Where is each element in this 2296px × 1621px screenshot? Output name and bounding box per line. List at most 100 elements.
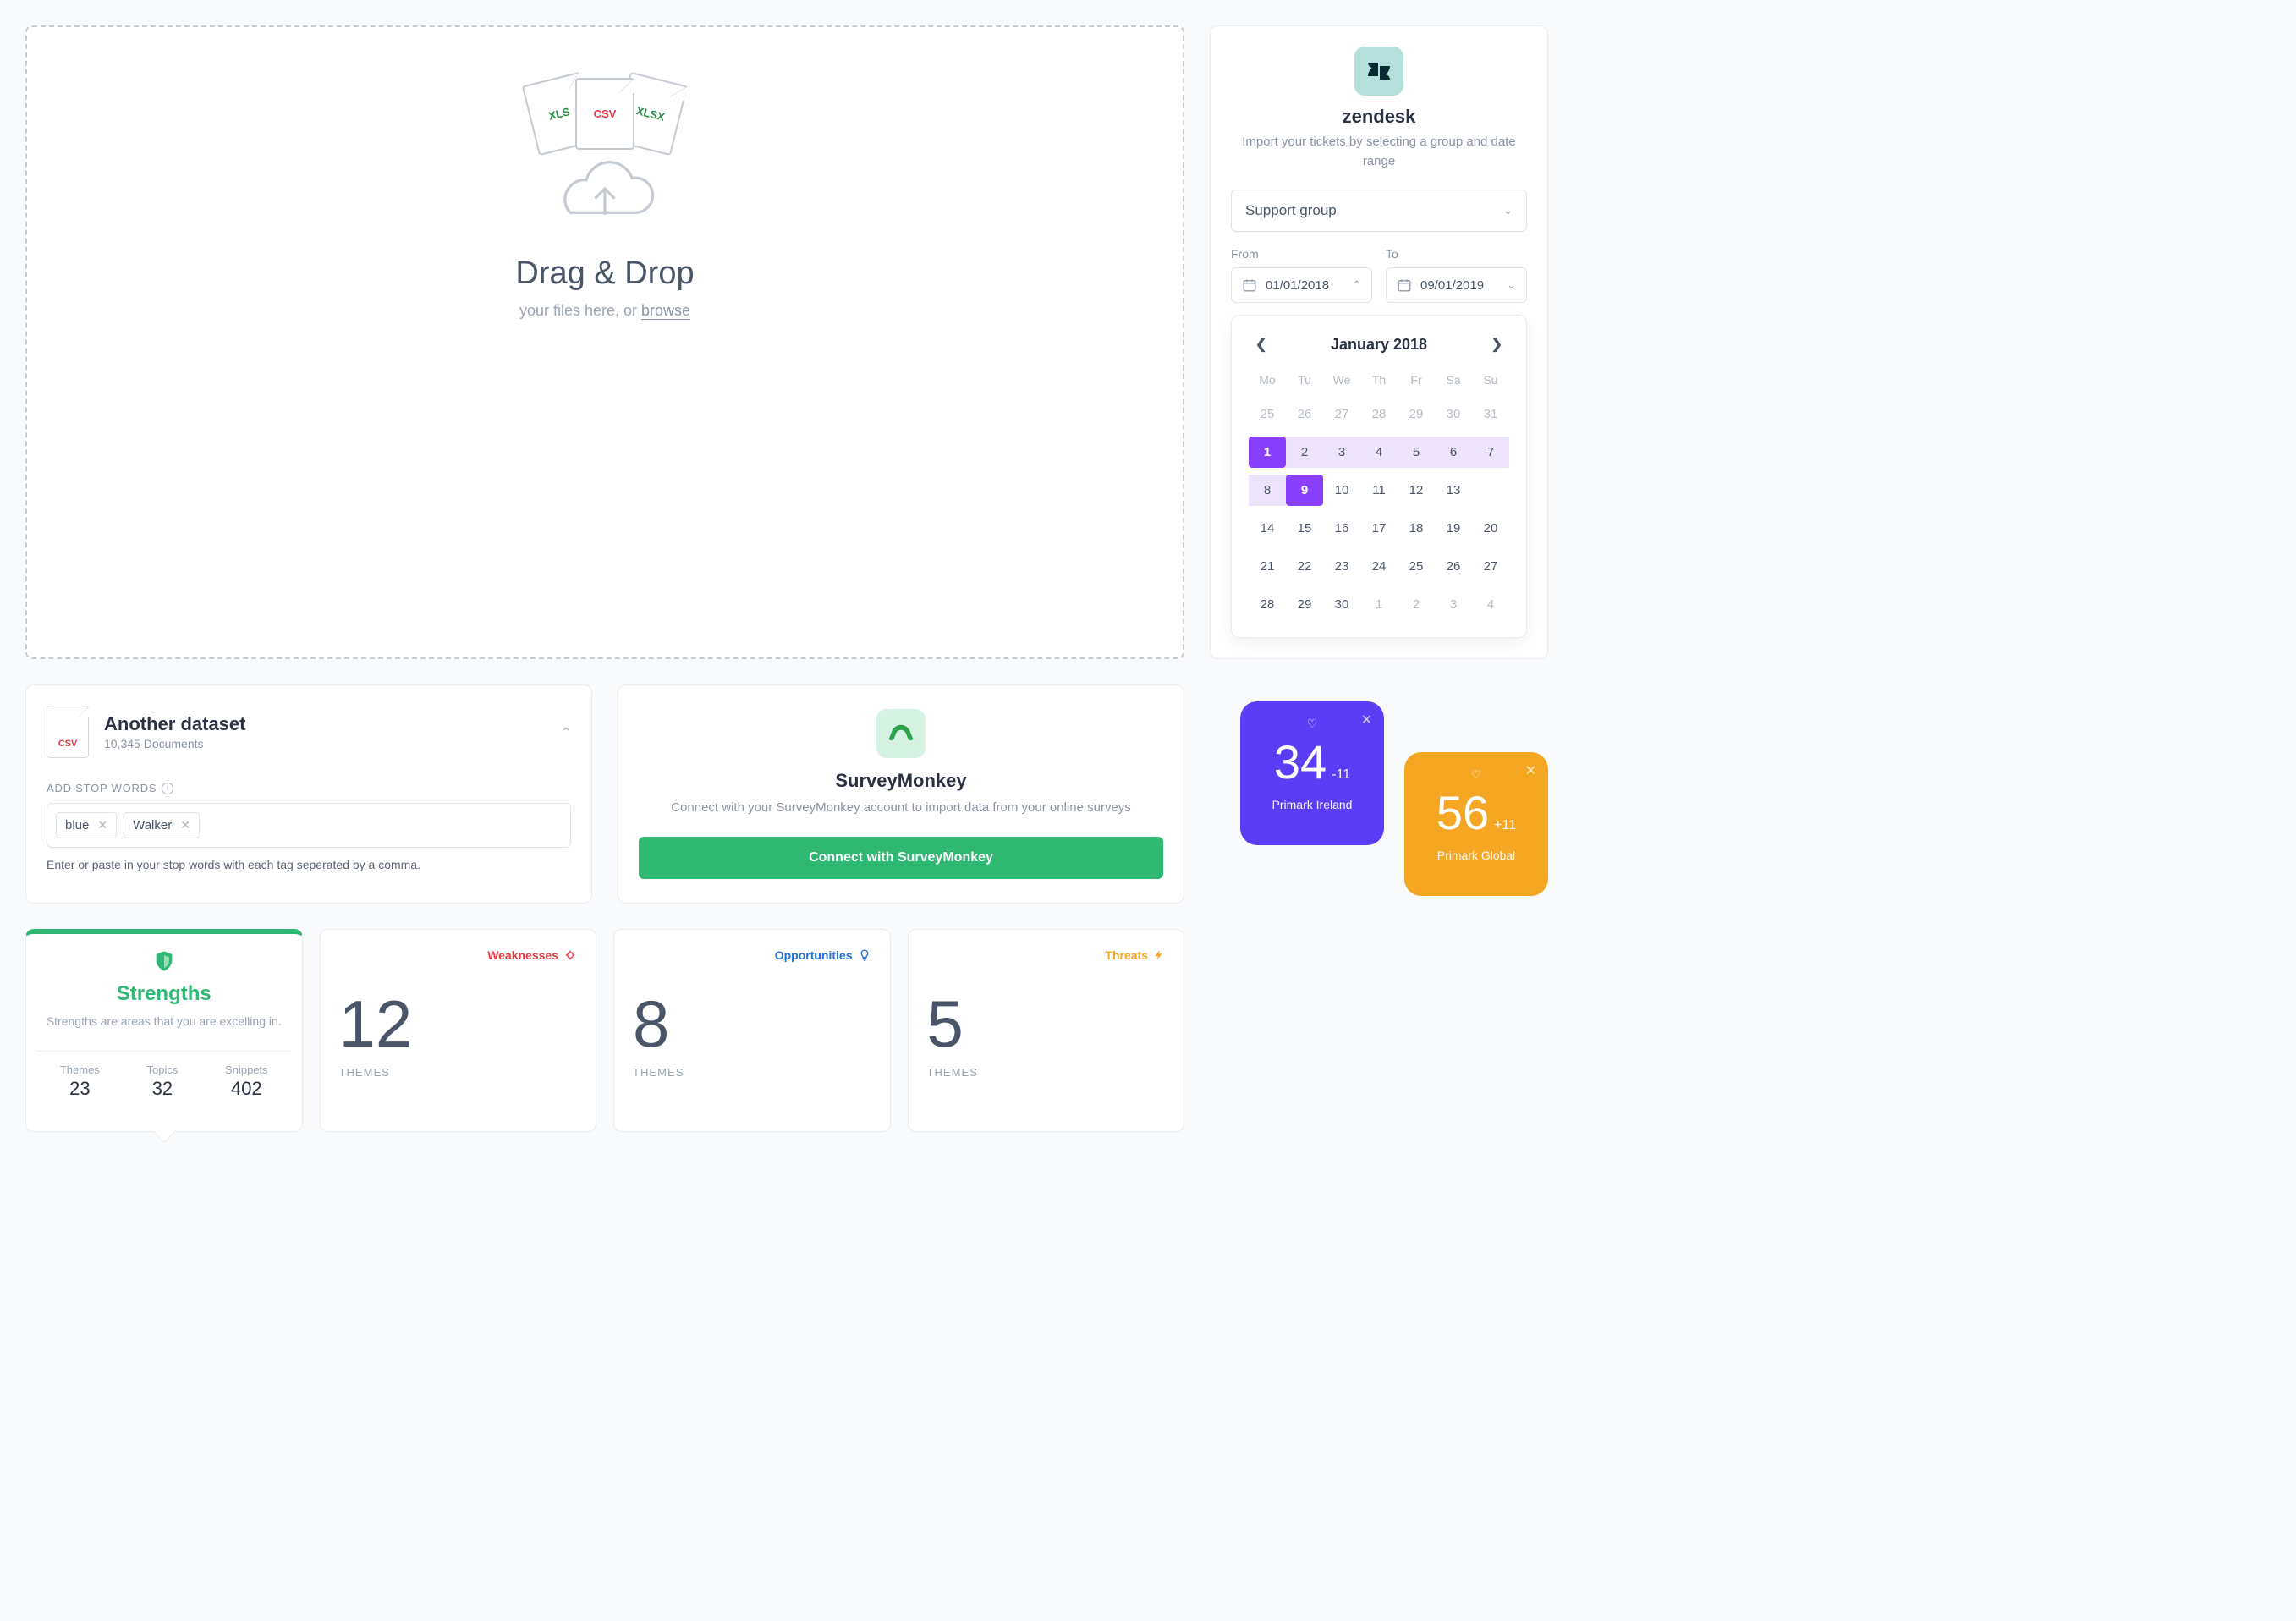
calendar-day[interactable]: 31 (1472, 398, 1509, 430)
chevron-up-icon: ⌃ (1352, 278, 1361, 292)
to-date-input[interactable]: 09/01/2019 ⌄ (1386, 267, 1527, 303)
weaknesses-label: Weaknesses (339, 948, 578, 962)
threats-card[interactable]: Threats 5 THEMES (908, 929, 1185, 1132)
calendar-day[interactable]: 7 (1472, 437, 1509, 468)
calendar-day[interactable]: 1 (1360, 589, 1398, 620)
drop-subtitle: your files here, or browse (61, 302, 1149, 320)
calendar-day[interactable]: 15 (1286, 513, 1323, 544)
csv-file-icon: CSV (47, 706, 89, 758)
calendar-day[interactable]: 30 (1435, 398, 1472, 430)
calendar-day[interactable]: 17 (1360, 513, 1398, 544)
calendar-day[interactable]: 11 (1360, 475, 1398, 506)
calendar-day[interactable]: 3 (1323, 437, 1360, 468)
calendar-day[interactable]: 29 (1398, 398, 1435, 430)
heart-icon: ♡ (1420, 767, 1533, 782)
calendar-day[interactable]: 24 (1360, 551, 1398, 582)
opportunities-card[interactable]: Opportunities 8 THEMES (613, 929, 891, 1132)
chevron-down-icon: ⌄ (1503, 204, 1513, 217)
calendar-day[interactable]: 28 (1360, 398, 1398, 430)
stat-item: Snippets402 (225, 1063, 268, 1100)
collapse-button[interactable]: ⌃ (561, 725, 571, 739)
calendar-day[interactable]: 13 (1435, 475, 1472, 506)
calendar-day[interactable]: 22 (1286, 551, 1323, 582)
calendar-day[interactable]: 4 (1360, 437, 1398, 468)
remove-tag-icon[interactable]: ✕ (97, 818, 107, 832)
calendar-prev-button[interactable]: ❮ (1249, 332, 1273, 356)
surveymonkey-desc: Connect with your SurveyMonkey account t… (639, 799, 1163, 818)
calendar-icon (1397, 277, 1412, 293)
lightbulb-icon (858, 948, 871, 962)
bolt-icon (1153, 948, 1165, 962)
zendesk-desc: Import your tickets by selecting a group… (1231, 133, 1527, 171)
from-date-input[interactable]: 01/01/2018 ⌃ (1231, 267, 1372, 303)
opportunities-value: 8 (633, 986, 871, 1063)
calendar-weekday: Su (1472, 368, 1509, 392)
strengths-title: Strengths (45, 982, 283, 1006)
cloud-upload-icon (550, 158, 660, 234)
calendar-day[interactable]: 18 (1398, 513, 1435, 544)
browse-link[interactable]: browse (641, 302, 690, 320)
calendar-weekday: Fr (1398, 368, 1435, 392)
dataset-card: CSV Another dataset 10,345 Documents ⌃ A… (25, 684, 592, 904)
stop-word-tag: Walker✕ (124, 812, 200, 838)
calendar-day[interactable]: 25 (1249, 398, 1286, 430)
connect-surveymonkey-button[interactable]: Connect with SurveyMonkey (639, 837, 1163, 879)
calendar-day[interactable]: 29 (1286, 589, 1323, 620)
weaknesses-card[interactable]: Weaknesses 12 THEMES (320, 929, 597, 1132)
threats-value: 5 (927, 986, 1166, 1063)
zendesk-panel: zendesk Import your tickets by selecting… (1210, 25, 1548, 659)
support-group-select[interactable]: Support group ⌄ (1231, 190, 1527, 232)
calendar-month-label: January 2018 (1331, 336, 1427, 354)
drop-zone[interactable]: XLS CSV XLSX Drag & Drop your files here… (25, 25, 1184, 659)
calendar-day[interactable]: 6 (1435, 437, 1472, 468)
calendar-day[interactable]: 25 (1398, 551, 1435, 582)
weaknesses-value: 12 (339, 986, 578, 1063)
opportunities-unit: THEMES (633, 1066, 871, 1079)
info-icon[interactable]: i (162, 783, 173, 794)
heart-icon: ♡ (1255, 717, 1369, 731)
calendar-day[interactable]: 27 (1323, 398, 1360, 430)
strengths-card[interactable]: Strengths Strengths are areas that you a… (25, 929, 303, 1132)
remove-tag-icon[interactable]: ✕ (180, 818, 190, 832)
threats-unit: THEMES (927, 1066, 1166, 1079)
surveymonkey-title: SurveyMonkey (639, 770, 1163, 792)
calendar-day[interactable]: 21 (1249, 551, 1286, 582)
calendar-day[interactable]: 3 (1435, 589, 1472, 620)
calendar-day[interactable]: 5 (1398, 437, 1435, 468)
calendar-day[interactable]: 20 (1472, 513, 1509, 544)
score-tile[interactable]: ✕ ♡ 56+11 Primark Global (1404, 752, 1548, 896)
calendar-day[interactable]: 23 (1323, 551, 1360, 582)
calendar-day[interactable]: 19 (1435, 513, 1472, 544)
calendar-day[interactable]: 26 (1435, 551, 1472, 582)
calendar-icon (1242, 277, 1257, 293)
calendar-day[interactable]: 30 (1323, 589, 1360, 620)
calendar-weekday: Th (1360, 368, 1398, 392)
to-label: To (1386, 247, 1527, 261)
from-label: From (1231, 247, 1372, 261)
calendar-day[interactable]: 26 (1286, 398, 1323, 430)
calendar-day[interactable]: 10 (1323, 475, 1360, 506)
calendar-day[interactable]: 9 (1286, 475, 1323, 506)
calendar-day[interactable]: 27 (1472, 551, 1509, 582)
calendar-weekday: Tu (1286, 368, 1323, 392)
dataset-title: Another dataset (104, 713, 245, 735)
calendar-next-button[interactable]: ❯ (1485, 332, 1509, 356)
stop-words-label: ADD STOP WORDS i (47, 782, 571, 794)
calendar-day[interactable]: 14 (1249, 513, 1286, 544)
calendar-day[interactable]: 28 (1249, 589, 1286, 620)
calendar-day[interactable]: 2 (1398, 589, 1435, 620)
calendar-day[interactable]: 2 (1286, 437, 1323, 468)
score-tiles: ✕ ♡ 34-11 Primark Ireland✕ ♡ 56+11 Prima… (1210, 684, 1548, 904)
calendar-day[interactable]: 16 (1323, 513, 1360, 544)
surveymonkey-logo-icon (876, 709, 926, 758)
calendar-day[interactable]: 12 (1398, 475, 1435, 506)
threats-label: Threats (927, 948, 1166, 962)
calendar-weekday: Mo (1249, 368, 1286, 392)
zendesk-logo-icon (1354, 47, 1403, 96)
calendar-day[interactable]: 1 (1249, 437, 1286, 468)
calendar-weekday: We (1323, 368, 1360, 392)
calendar-day[interactable]: 8 (1249, 475, 1286, 506)
calendar-day[interactable]: 4 (1472, 589, 1509, 620)
score-tile[interactable]: ✕ ♡ 34-11 Primark Ireland (1240, 701, 1384, 845)
stop-words-input[interactable]: blue✕Walker✕ (47, 803, 571, 848)
